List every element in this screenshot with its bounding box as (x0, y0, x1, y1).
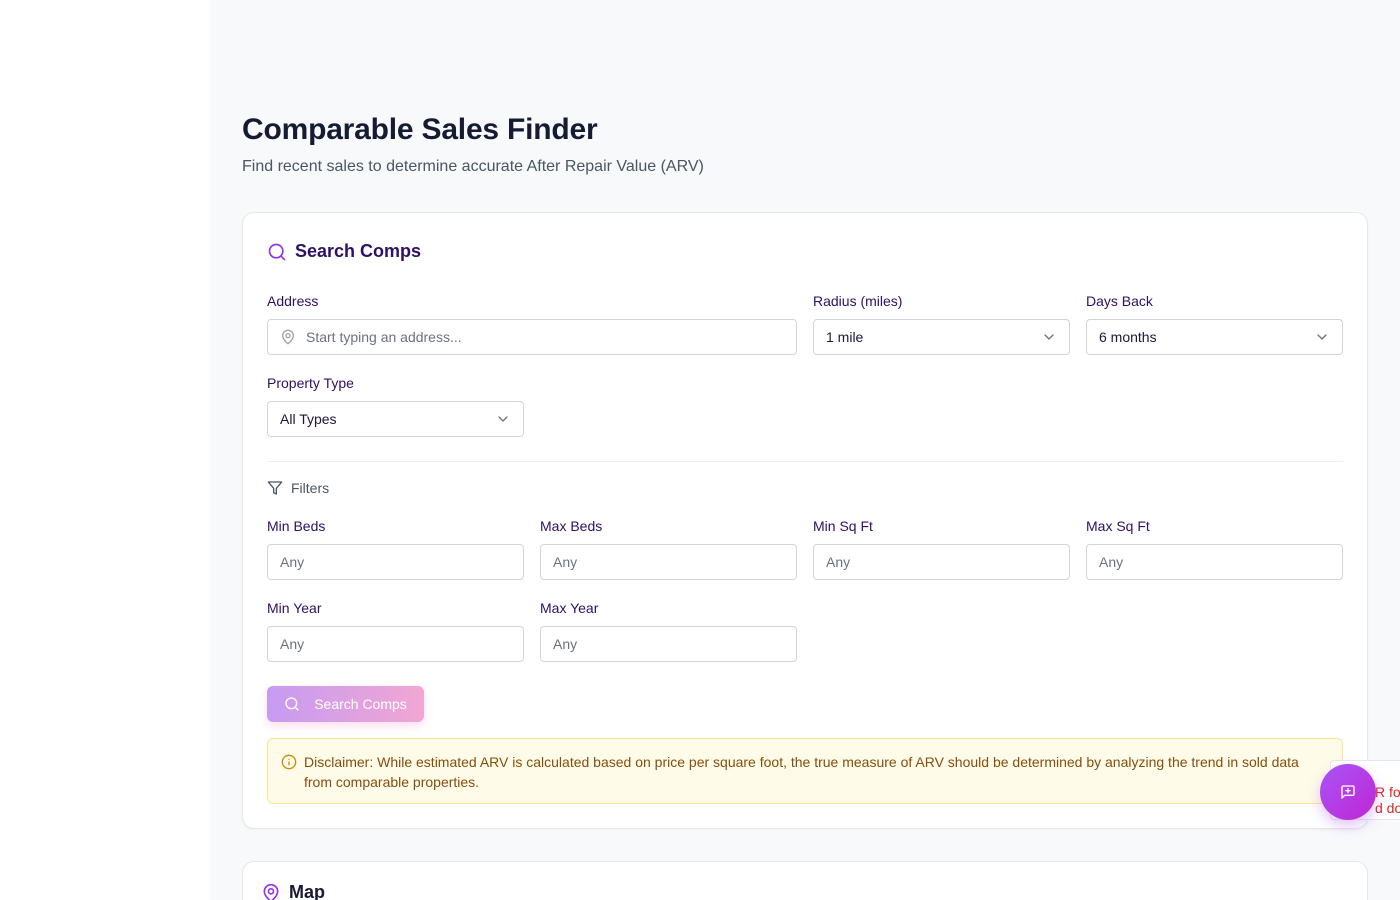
chevron-down-icon (495, 411, 511, 427)
divider (267, 461, 1343, 462)
map-header: Map (261, 882, 325, 900)
min-beds-placeholder: Any (280, 554, 305, 570)
max-sqft-input[interactable]: Any (1086, 544, 1343, 580)
max-beds-placeholder: Any (553, 554, 578, 570)
days-back-label: Days Back (1086, 293, 1153, 309)
property-type-select[interactable]: All Types (267, 401, 524, 437)
search-comps-title: Search Comps (295, 241, 422, 261)
max-beds-input[interactable]: Any (540, 544, 797, 580)
filter-icon (267, 480, 283, 496)
days-back-value: 6 months (1099, 329, 1157, 345)
max-year-placeholder: Any (553, 636, 578, 652)
radius-select[interactable]: 1 mile (813, 319, 1070, 355)
filters-title: Filters (291, 480, 330, 496)
search-comps-card: Search Comps Address Start typing an add… (242, 212, 1368, 829)
max-sqft-placeholder: Any (1099, 554, 1124, 570)
info-icon (281, 754, 297, 770)
max-beds-label: Max Beds (540, 518, 603, 534)
sidebar (0, 0, 210, 900)
side-tab-line-2: d do (1375, 800, 1400, 816)
address-label: Address (267, 293, 319, 309)
min-beds-label: Min Beds (267, 518, 326, 534)
max-year-input[interactable]: Any (540, 626, 797, 662)
min-sqft-input[interactable]: Any (813, 544, 1070, 580)
min-year-input[interactable]: Any (267, 626, 524, 662)
min-sqft-label: Min Sq Ft (813, 518, 873, 534)
address-placeholder: Start typing an address... (306, 329, 462, 345)
page-title: Comparable Sales Finder (242, 113, 598, 146)
main-content: Comparable Sales Finder Find recent sale… (242, 0, 1368, 900)
search-comps-button[interactable]: Search Comps (267, 686, 424, 722)
page-subtitle: Find recent sales to determine accurate … (242, 158, 704, 175)
map-pin-icon (280, 329, 296, 345)
min-sqft-placeholder: Any (826, 554, 851, 570)
chevron-down-icon (1314, 329, 1330, 345)
chat-fab-button[interactable] (1320, 764, 1376, 820)
chat-plus-icon (1340, 784, 1356, 800)
max-year-label: Max Year (540, 600, 599, 616)
map-pin-icon (261, 883, 281, 900)
chevron-down-icon (1041, 329, 1057, 345)
property-type-label: Property Type (267, 375, 354, 391)
search-icon (284, 696, 300, 712)
min-year-label: Min Year (267, 600, 322, 616)
search-comps-header: Search Comps (267, 241, 421, 262)
min-year-placeholder: Any (280, 636, 305, 652)
filters-header: Filters (267, 480, 329, 496)
search-icon (267, 242, 287, 262)
arv-disclaimer: Disclaimer: While estimated ARV is calcu… (267, 738, 1343, 804)
max-sqft-label: Max Sq Ft (1086, 518, 1150, 534)
property-type-value: All Types (280, 411, 337, 427)
days-back-select[interactable]: 6 months (1086, 319, 1343, 355)
map-card: Map (242, 861, 1368, 900)
side-tab-line-1: R fo (1375, 784, 1400, 800)
map-title: Map (289, 882, 325, 900)
min-beds-input[interactable]: Any (267, 544, 524, 580)
search-comps-button-label: Search Comps (314, 696, 407, 712)
radius-value: 1 mile (826, 329, 864, 345)
address-input[interactable]: Start typing an address... (267, 319, 797, 355)
disclaimer-text: Disclaimer: While estimated ARV is calcu… (304, 754, 1299, 790)
radius-label: Radius (miles) (813, 293, 903, 309)
